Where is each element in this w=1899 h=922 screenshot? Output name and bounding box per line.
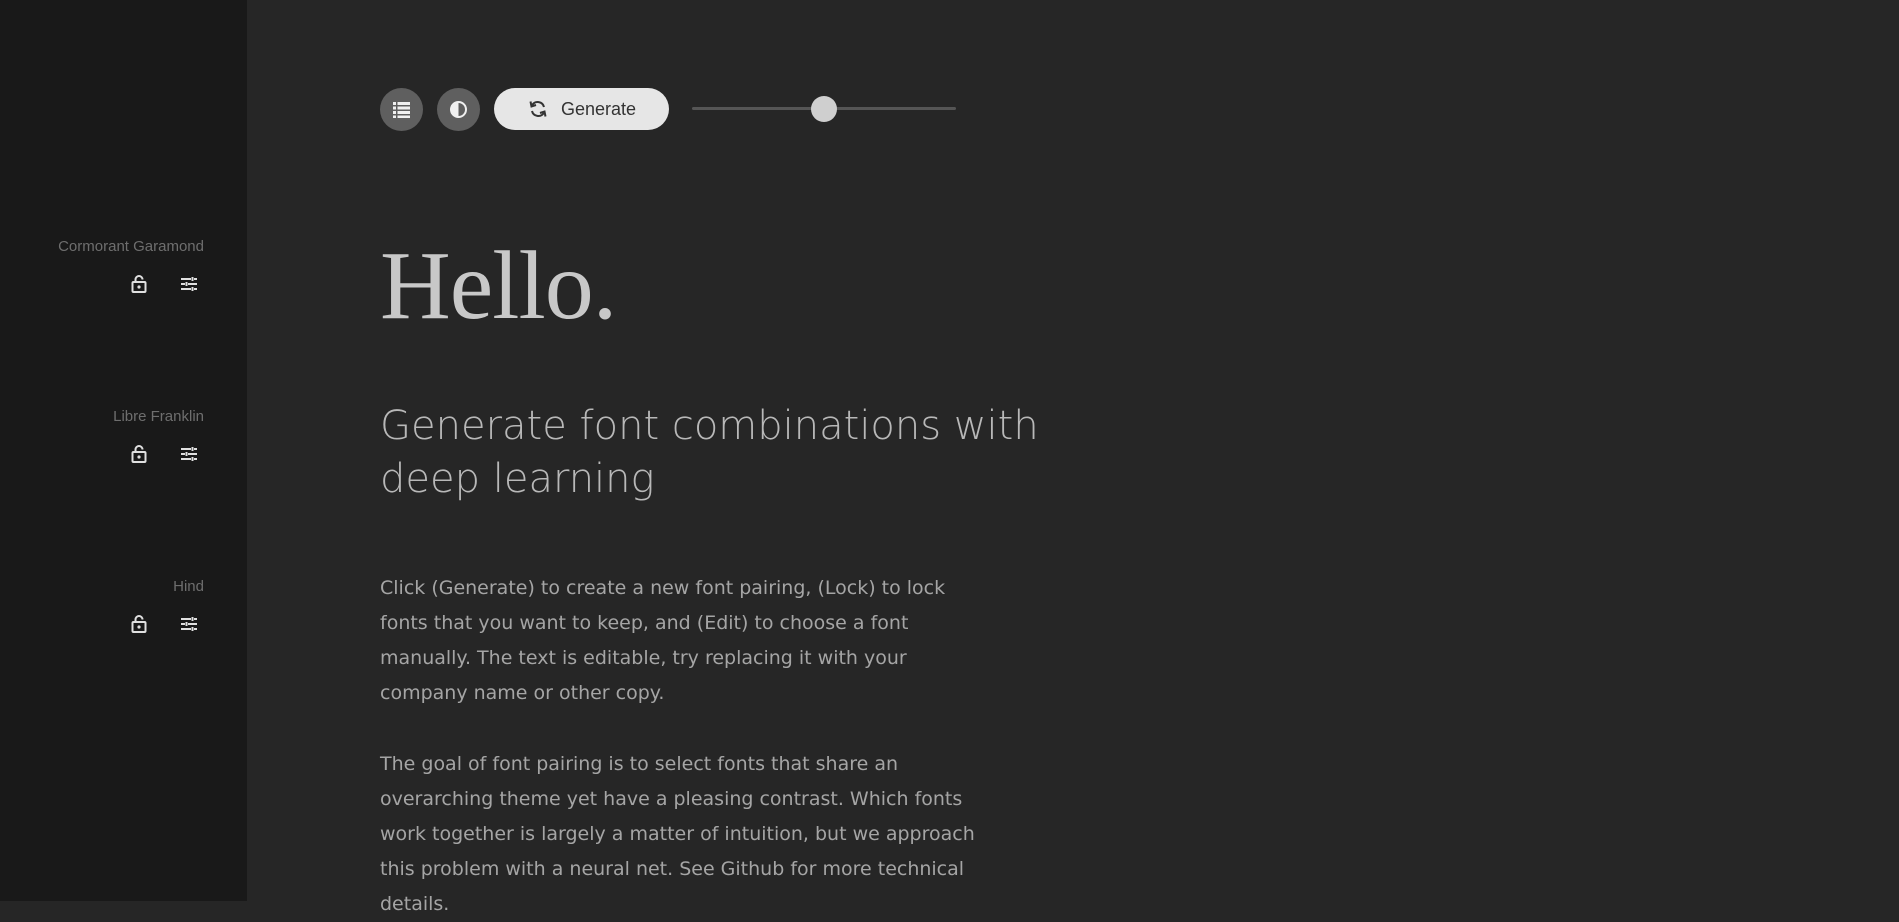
generate-button[interactable]: Generate bbox=[494, 88, 669, 130]
tune-icon bbox=[181, 617, 197, 631]
lock-icon bbox=[131, 275, 147, 293]
lock-button[interactable] bbox=[127, 272, 151, 296]
tune-icon bbox=[181, 447, 197, 461]
font-name-label: Cormorant Garamond bbox=[58, 238, 204, 255]
tune-icon bbox=[181, 277, 197, 291]
edit-font-button[interactable] bbox=[177, 612, 201, 636]
font-entry-heading: Cormorant Garamond bbox=[0, 238, 204, 293]
hero-heading[interactable]: Hello. bbox=[380, 226, 617, 346]
sidebar: Cormorant Garamond Libre Franklin Hind bbox=[0, 0, 247, 901]
size-slider[interactable] bbox=[692, 88, 956, 130]
main-content: Generate Hello. Generate font combinatio… bbox=[247, 0, 1899, 915]
lock-icon bbox=[131, 445, 147, 463]
font-actions bbox=[118, 272, 204, 296]
edit-font-button[interactable] bbox=[177, 442, 201, 466]
font-actions bbox=[118, 612, 204, 636]
body-paragraph[interactable]: Click (Generate) to create a new font pa… bbox=[380, 571, 980, 711]
lock-button[interactable] bbox=[127, 612, 151, 636]
theme-toggle-button[interactable] bbox=[437, 88, 480, 131]
contrast-icon bbox=[450, 101, 467, 118]
lock-button[interactable] bbox=[127, 442, 151, 466]
subheading[interactable]: Generate font combinations with deep lea… bbox=[380, 400, 1080, 506]
font-actions bbox=[118, 442, 204, 466]
body-paragraph[interactable]: The goal of font pairing is to select fo… bbox=[380, 747, 980, 922]
slider-thumb[interactable] bbox=[811, 96, 837, 122]
generate-label: Generate bbox=[561, 99, 637, 119]
list-icon bbox=[393, 102, 410, 118]
refresh-icon bbox=[529, 101, 547, 117]
font-name-label: Hind bbox=[173, 578, 204, 595]
lock-icon bbox=[131, 615, 147, 633]
list-button[interactable] bbox=[380, 88, 423, 131]
edit-font-button[interactable] bbox=[177, 272, 201, 296]
font-entry-body: Hind bbox=[0, 578, 204, 633]
font-name-label: Libre Franklin bbox=[113, 408, 204, 425]
font-entry-subheading: Libre Franklin bbox=[0, 408, 204, 463]
